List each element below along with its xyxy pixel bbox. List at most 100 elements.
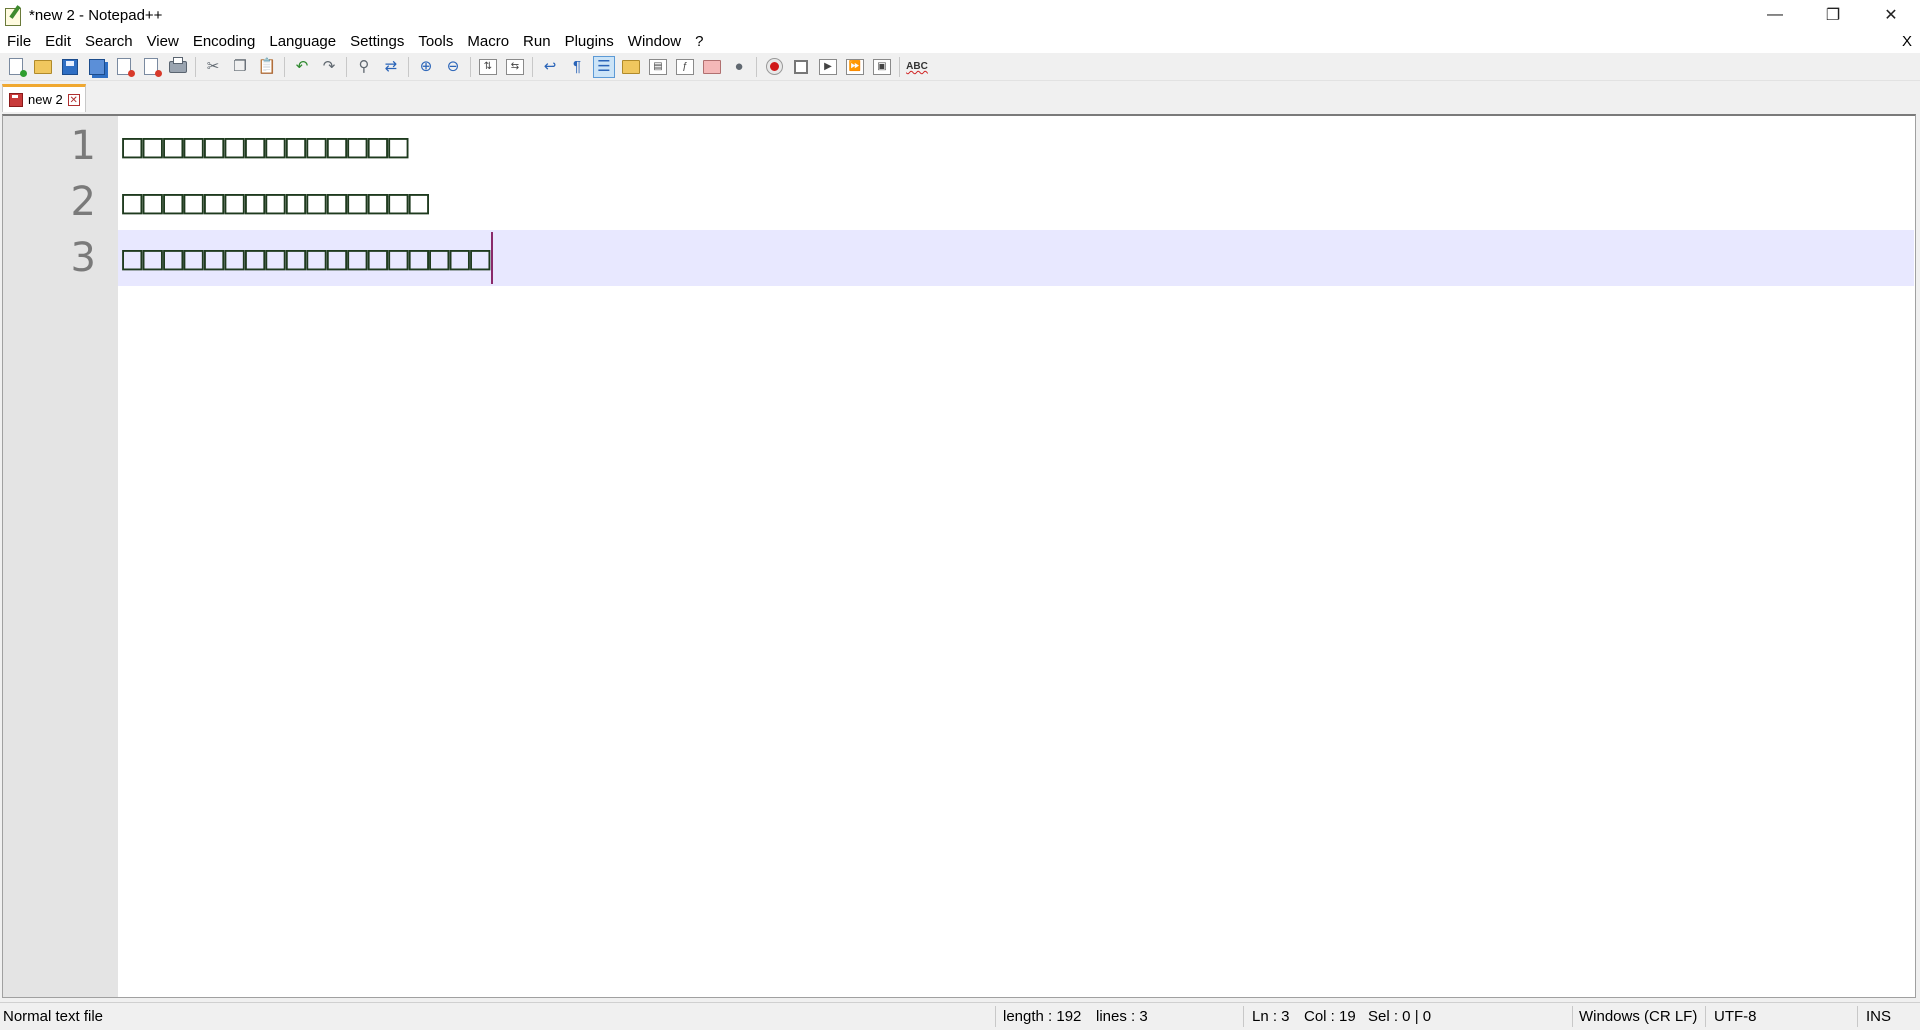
new-file-icon	[9, 58, 27, 77]
redo-button[interactable]: ↷	[318, 56, 340, 78]
status-divider	[1572, 1006, 1573, 1027]
unsaved-file-icon	[9, 92, 23, 107]
menu-bar: File Edit Search View Encoding Language …	[0, 30, 1920, 53]
line-text: □□□□□□□□□□□□□□	[122, 126, 409, 166]
toolbar-separator	[532, 56, 533, 77]
line-text: □□□□□□□□□□□□□□□	[122, 182, 430, 222]
paste-button[interactable]: 📋	[256, 56, 278, 78]
tab-new-2[interactable]: new 2 ✕	[2, 84, 86, 112]
start-recording-button[interactable]	[763, 56, 785, 78]
zoom-in-icon: ⊕	[419, 58, 433, 75]
status-file-type: Normal text file	[3, 1008, 104, 1025]
open-file-button[interactable]	[32, 56, 54, 78]
sync-horizontal-scroll-button[interactable]: ⇆	[504, 56, 526, 78]
playback-button[interactable]: ▶	[817, 56, 839, 78]
close-all-button[interactable]	[140, 56, 162, 78]
status-encoding[interactable]: UTF-8	[1714, 1003, 1757, 1030]
menu-tools[interactable]: Tools	[411, 30, 460, 53]
toolbar-separator	[408, 56, 409, 77]
function-list-icon: ƒ	[676, 58, 694, 75]
find-button[interactable]: ⚲	[353, 56, 375, 78]
menu-view[interactable]: View	[140, 30, 186, 53]
menu-language[interactable]: Language	[262, 30, 343, 53]
menu-encoding[interactable]: Encoding	[186, 30, 263, 53]
copy-button[interactable]: ❐	[229, 56, 251, 78]
menu-settings[interactable]: Settings	[343, 30, 411, 53]
line-text-area[interactable]: □□□□□□□□□□□□□□□	[118, 174, 1914, 230]
menu-file[interactable]: File	[0, 30, 38, 53]
save-macro-icon: ▣	[873, 58, 891, 75]
document-map-button[interactable]: ▤	[647, 56, 669, 78]
line-text-area[interactable]: □□□□□□□□□□□□□□	[118, 118, 1914, 174]
spell-check-button[interactable]: ABC	[906, 56, 928, 78]
replace-icon: ⇄	[384, 58, 398, 75]
record-icon	[765, 58, 783, 75]
status-insert-mode[interactable]: INS	[1866, 1003, 1891, 1030]
notepad-plus-plus-icon[interactable]	[3, 5, 23, 26]
status-divider	[995, 1006, 996, 1027]
restore-icon: ❐	[1825, 7, 1841, 24]
editor[interactable]: 1 □□□□□□□□□□□□□□ 2 □□□□□□□□□□□□□□□ 3 □□□…	[2, 114, 1916, 998]
undo-button[interactable]: ↶	[291, 56, 313, 78]
window-title: *new 2 - Notepad++	[29, 6, 163, 24]
run-macro-multiple-button[interactable]: ⏩	[844, 56, 866, 78]
line-text-area[interactable]: □□□□□□□□□□□□□□□□□□	[118, 230, 1914, 286]
minimize-icon: —	[1767, 6, 1783, 23]
status-column: Col : 19	[1304, 1008, 1356, 1025]
function-list-button[interactable]: ƒ	[674, 56, 696, 78]
save-all-button[interactable]	[86, 56, 108, 78]
binoculars-icon: ⚲	[358, 58, 370, 75]
toolbar-separator	[284, 56, 285, 77]
menu-run[interactable]: Run	[516, 30, 558, 53]
line-number: 2	[70, 179, 96, 225]
menu-edit[interactable]: Edit	[38, 30, 78, 53]
document-monitor-button[interactable]: ●	[728, 56, 750, 78]
save-macro-button[interactable]: ▣	[871, 56, 893, 78]
close-file-button[interactable]	[113, 56, 135, 78]
open-folder-icon	[34, 59, 52, 74]
close-all-icon	[144, 58, 162, 77]
indent-guide-button[interactable]: ☰	[593, 55, 615, 78]
sync-vertical-icon: ⇅	[479, 58, 497, 75]
stop-recording-button[interactable]	[790, 56, 812, 78]
maximize-button[interactable]: ❐	[1804, 0, 1862, 30]
sync-horizontal-icon: ⇆	[506, 58, 524, 75]
clipboard-icon: 📋	[257, 58, 277, 75]
status-lines: lines : 3	[1096, 1008, 1148, 1025]
cut-button[interactable]: ✂	[202, 56, 224, 78]
toolbar-separator	[195, 56, 196, 77]
print-button[interactable]	[167, 56, 189, 78]
line-text: □□□□□□□□□□□□□□□□□□	[122, 238, 491, 278]
monitor-icon: ●	[734, 58, 744, 75]
status-selection: Sel : 0 | 0	[1368, 1008, 1432, 1025]
menu-help[interactable]: ?	[688, 30, 710, 53]
status-divider	[1705, 1006, 1706, 1027]
zoom-in-button[interactable]: ⊕	[415, 56, 437, 78]
document-map-icon: ▤	[649, 58, 667, 75]
menu-window[interactable]: Window	[621, 30, 688, 53]
spell-check-icon: ABC	[906, 61, 928, 72]
text-caret	[491, 232, 493, 284]
user-defined-language-button[interactable]	[620, 56, 642, 78]
toolbar: ✂ ❐ 📋 ↶ ↷ ⚲ ⇄ ⊕ ⊖ ⇅ ⇆ ↩ ¶ ☰ ▤ ƒ ● ▶ ⏩ ▣ …	[0, 53, 1920, 81]
replace-button[interactable]: ⇄	[380, 56, 402, 78]
new-file-button[interactable]	[5, 56, 27, 78]
word-wrap-icon: ↩	[543, 58, 557, 75]
minimize-button[interactable]: —	[1746, 0, 1804, 30]
close-document-button[interactable]: X	[1902, 30, 1912, 53]
close-window-button[interactable]: ✕	[1862, 0, 1920, 30]
menu-search[interactable]: Search	[78, 30, 140, 53]
show-all-characters-button[interactable]: ¶	[566, 56, 588, 78]
folder-as-workspace-button[interactable]	[701, 56, 723, 78]
sync-vertical-scroll-button[interactable]: ⇅	[477, 56, 499, 78]
tab-close-icon[interactable]: ✕	[67, 93, 80, 106]
save-button[interactable]	[59, 56, 81, 78]
menu-plugins[interactable]: Plugins	[558, 30, 621, 53]
status-eol[interactable]: Windows (CR LF)	[1579, 1003, 1697, 1030]
close-icon: ✕	[1884, 7, 1898, 24]
menu-macro[interactable]: Macro	[460, 30, 516, 53]
play-icon: ▶	[819, 58, 837, 75]
scissors-icon: ✂	[206, 58, 220, 75]
zoom-out-button[interactable]: ⊖	[442, 56, 464, 78]
word-wrap-button[interactable]: ↩	[539, 56, 561, 78]
